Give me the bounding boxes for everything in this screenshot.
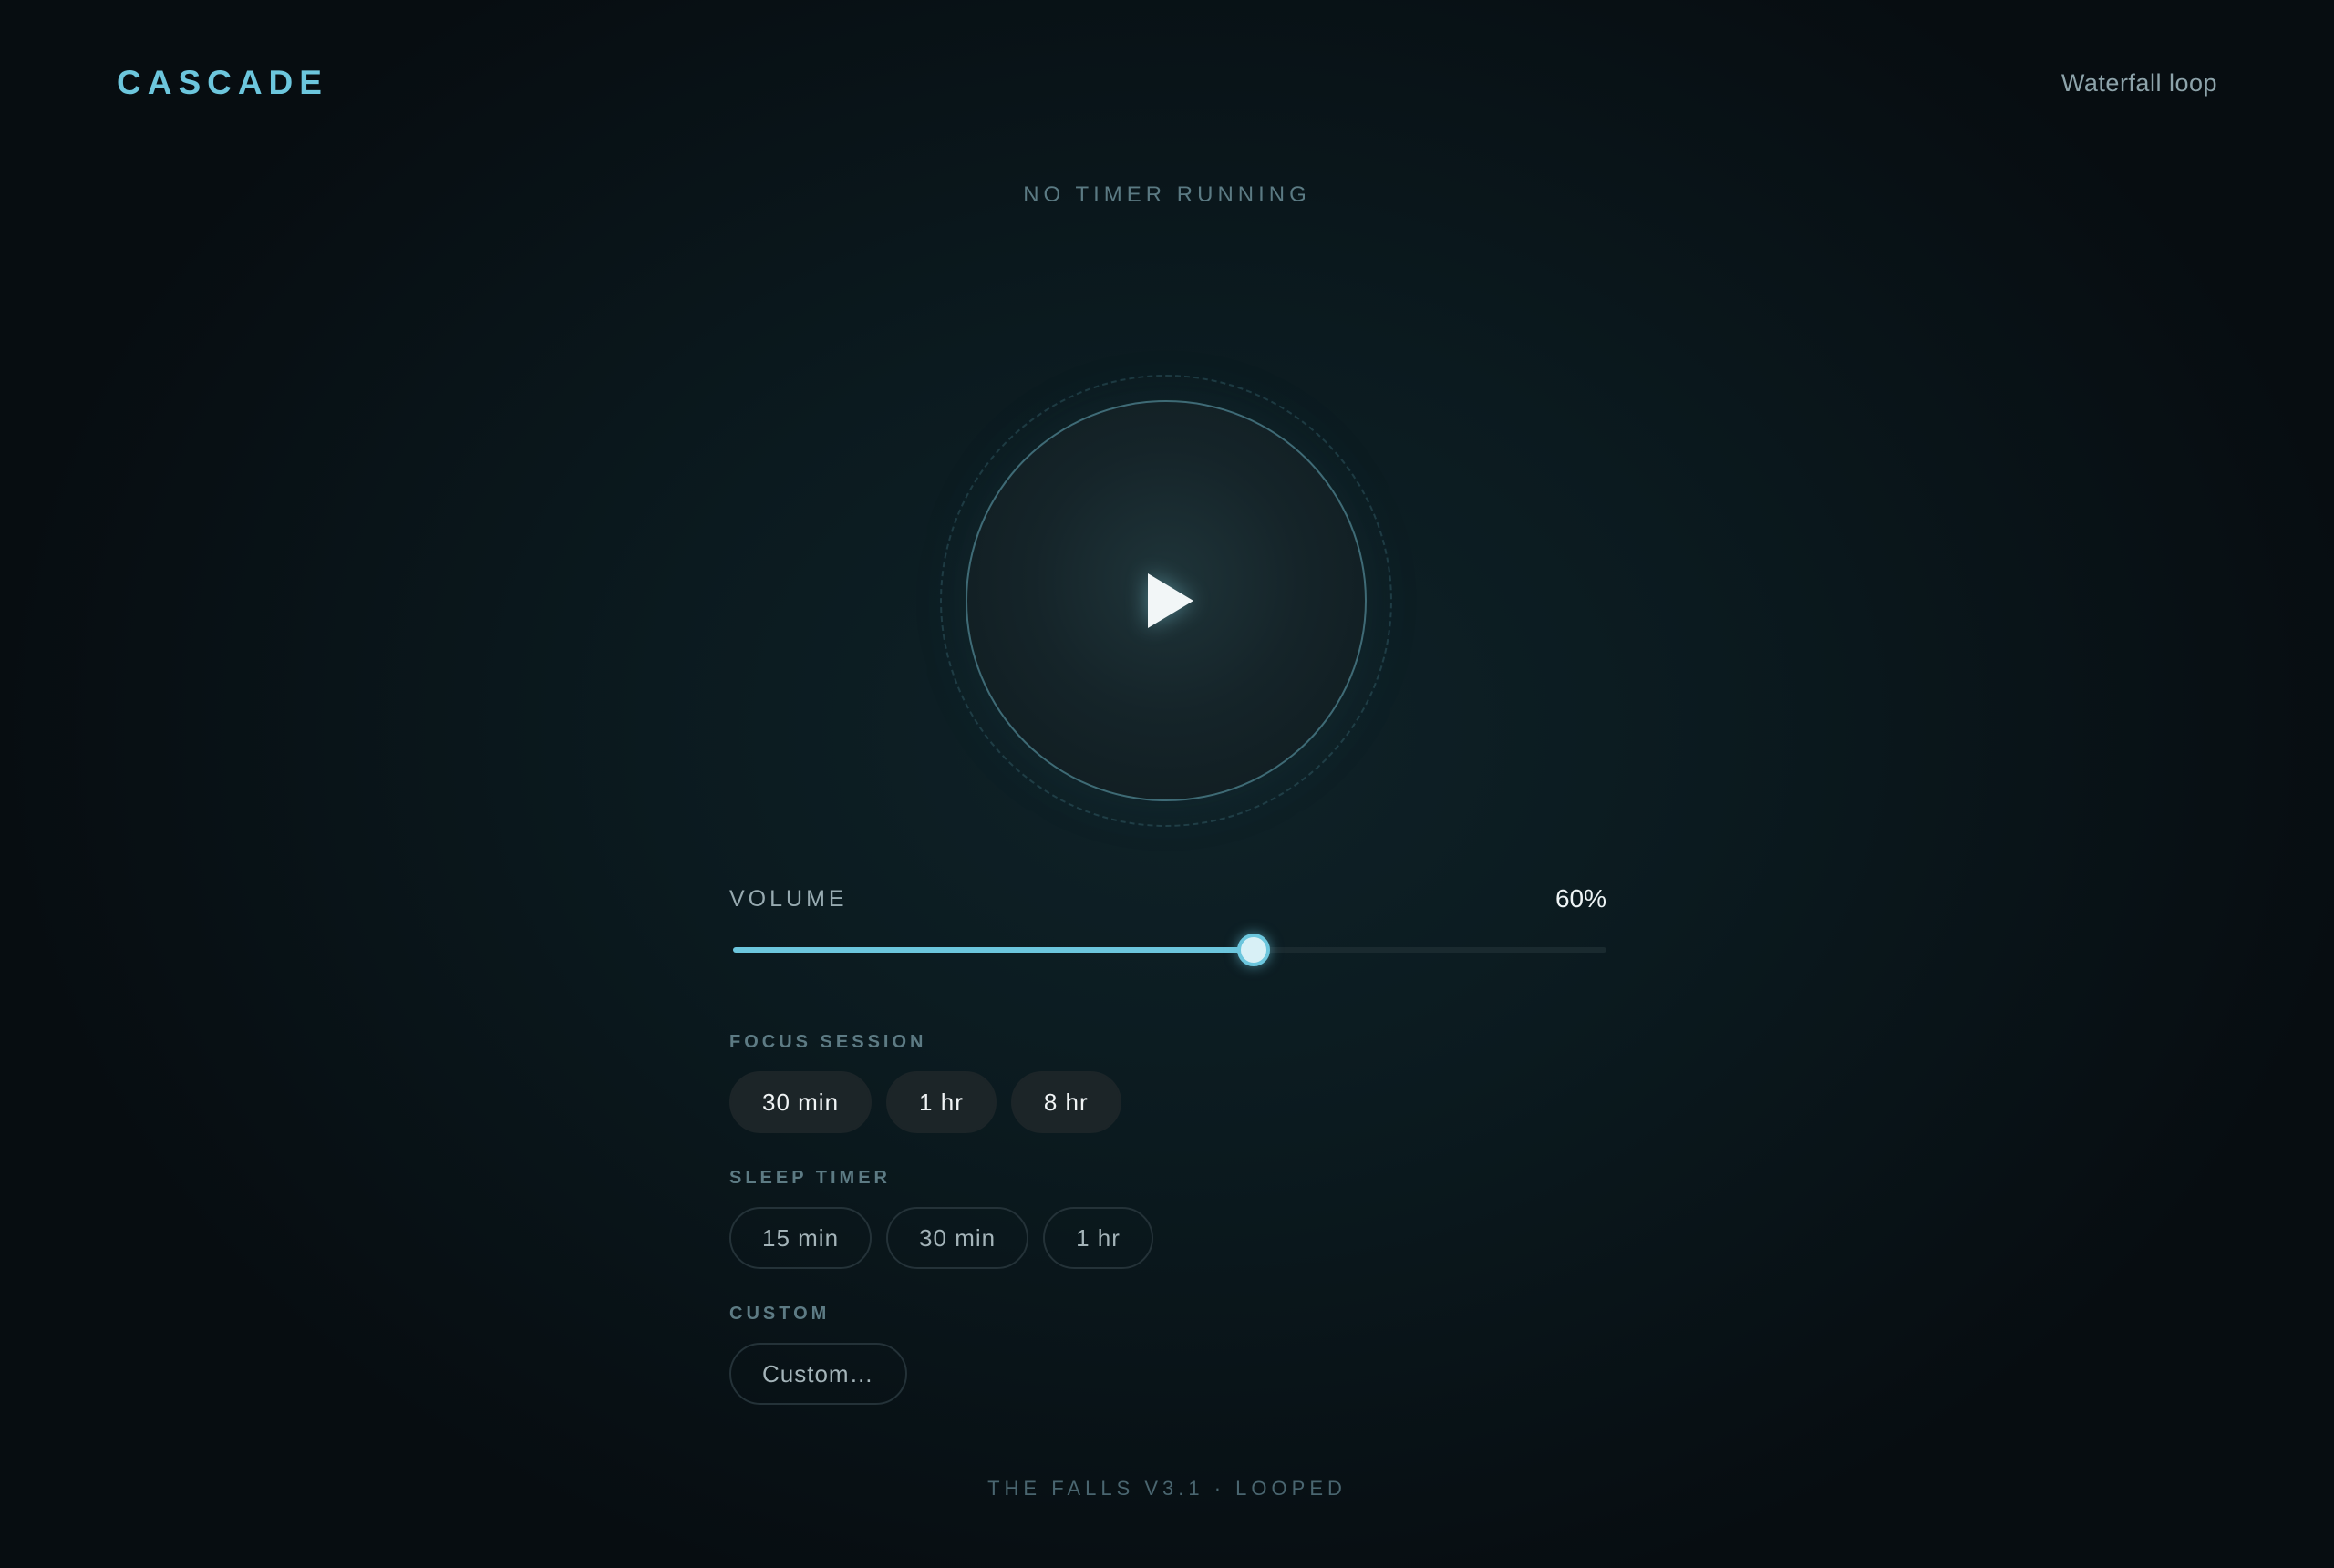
focus-option-1-hr[interactable]: 1 hr [886, 1071, 997, 1133]
focus-session-title: FOCUS SESSION [729, 1032, 927, 1052]
app-header: CASCADE Waterfall loop [117, 51, 2217, 115]
custom-title: CUSTOM [729, 1304, 831, 1324]
volume-slider-fill [733, 947, 1254, 953]
volume-value: 60% [1554, 884, 1606, 913]
volume-slider-thumb[interactable] [1237, 934, 1270, 966]
controls-panel: VOLUME 60% FOCUS SESSION 30 min 1 hr 8 h… [729, 875, 1606, 1405]
sleep-option-30-min[interactable]: 30 min [886, 1207, 1029, 1269]
sleep-option-15-min[interactable]: 15 min [729, 1207, 873, 1269]
focus-session-options: 30 min 1 hr 8 hr [729, 1071, 1606, 1133]
custom-options: Custom… [729, 1343, 1606, 1405]
track-name[interactable]: Waterfall loop [2061, 69, 2217, 98]
footer-version: THE FALLS V3.1 · LOOPED [987, 1477, 1347, 1500]
sleep-timer-options: 15 min 30 min 1 hr [729, 1207, 1606, 1269]
volume-label: VOLUME [729, 885, 848, 912]
sleep-timer-title: SLEEP TIMER [729, 1168, 891, 1188]
focus-option-8-hr[interactable]: 8 hr [1010, 1071, 1121, 1133]
custom-timer-button[interactable]: Custom… [729, 1343, 907, 1405]
sleep-option-1-hr[interactable]: 1 hr [1043, 1207, 1153, 1269]
play-button[interactable] [966, 400, 1367, 801]
volume-slider[interactable] [729, 932, 1606, 968]
volume-header: VOLUME 60% [729, 875, 1606, 923]
play-icon [1148, 573, 1193, 628]
focus-option-30-min[interactable]: 30 min [729, 1071, 873, 1133]
timer-status: NO TIMER RUNNING [1023, 182, 1311, 207]
app-logo: CASCADE [117, 64, 328, 101]
